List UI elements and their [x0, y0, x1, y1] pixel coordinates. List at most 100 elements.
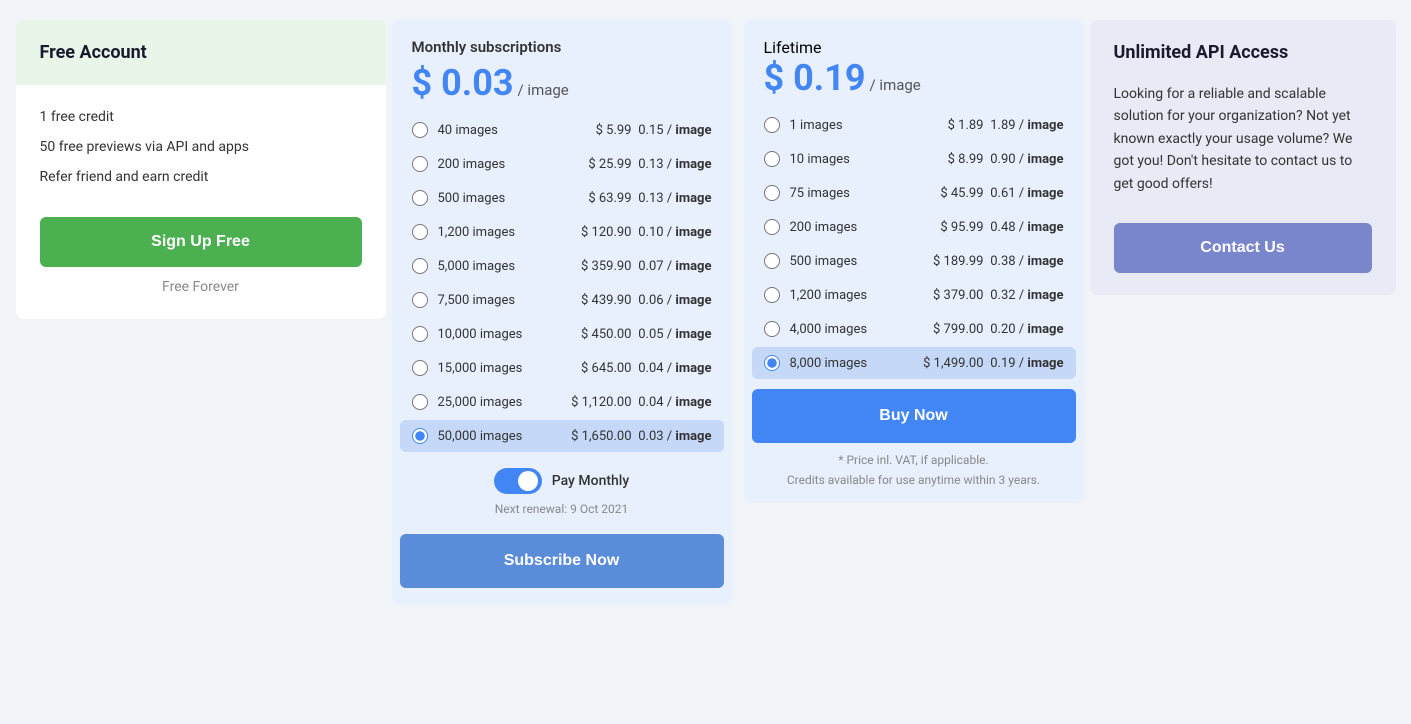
monthly-images-0: 40 images — [438, 123, 552, 138]
feature-2: 50 free previews via API and apps — [40, 139, 362, 155]
lifetime-price-6: $ 799.00 — [904, 322, 984, 337]
feature-3: Refer friend and earn credit — [40, 169, 362, 185]
unlimited-column: Unlimited API Access Looking for a relia… — [1090, 20, 1396, 295]
lifetime-price-0: $ 1.89 — [904, 118, 984, 133]
monthly-radio-2[interactable] — [412, 190, 428, 206]
lifetime-images-0: 1 images — [790, 118, 904, 133]
monthly-price-0: $ 5.99 — [552, 123, 632, 138]
monthly-toggle-row: Pay Monthly — [392, 454, 732, 498]
lifetime-radio-2[interactable] — [764, 185, 780, 201]
lifetime-row[interactable]: 10 images $ 8.99 0.90 / image — [752, 143, 1076, 175]
lifetime-header: Lifetime $ 0.19 / image — [744, 20, 1084, 109]
monthly-per-image-2: 0.13 / image — [632, 191, 712, 206]
monthly-radio-5[interactable] — [412, 292, 428, 308]
lifetime-radio-1[interactable] — [764, 151, 780, 167]
monthly-price-4: $ 359.90 — [552, 259, 632, 274]
toggle-slider — [494, 468, 542, 494]
lifetime-price-1: $ 8.99 — [904, 152, 984, 167]
monthly-radio-6[interactable] — [412, 326, 428, 342]
contact-button[interactable]: Contact Us — [1114, 223, 1372, 273]
renewal-text: Next renewal: 9 Oct 2021 — [392, 498, 732, 526]
credits-note: Credits available for use anytime within… — [744, 471, 1084, 487]
monthly-radio-7[interactable] — [412, 360, 428, 376]
lifetime-row[interactable]: 8,000 images $ 1,499.00 0.19 / image — [752, 347, 1076, 379]
monthly-radio-3[interactable] — [412, 224, 428, 240]
lifetime-radio-3[interactable] — [764, 219, 780, 235]
lifetime-row[interactable]: 1 images $ 1.89 1.89 / image — [752, 109, 1076, 141]
monthly-images-7: 15,000 images — [438, 361, 552, 376]
monthly-row[interactable]: 50,000 images $ 1,650.00 0.03 / image — [400, 420, 724, 452]
monthly-per-image-5: 0.06 / image — [632, 293, 712, 308]
monthly-column: Monthly subscriptions $ 0.03 / image 40 … — [392, 20, 732, 604]
monthly-price-1: $ 25.99 — [552, 157, 632, 172]
lifetime-row[interactable]: 4,000 images $ 799.00 0.20 / image — [752, 313, 1076, 345]
monthly-per-image-0: 0.15 / image — [632, 123, 712, 138]
subscribe-button[interactable]: Subscribe Now — [400, 534, 724, 588]
monthly-price-unit: / image — [518, 81, 569, 99]
monthly-per-image-6: 0.05 / image — [632, 327, 712, 342]
monthly-price-6: $ 450.00 — [552, 327, 632, 342]
monthly-row[interactable]: 5,000 images $ 359.90 0.07 / image — [400, 250, 724, 282]
lifetime-per-image-6: 0.20 / image — [984, 322, 1064, 337]
lifetime-row[interactable]: 75 images $ 45.99 0.61 / image — [752, 177, 1076, 209]
lifetime-radio-0[interactable] — [764, 117, 780, 133]
monthly-row[interactable]: 10,000 images $ 450.00 0.05 / image — [400, 318, 724, 350]
monthly-price-2: $ 63.99 — [552, 191, 632, 206]
signup-button[interactable]: Sign Up Free — [40, 217, 362, 267]
lifetime-images-4: 500 images — [790, 254, 904, 269]
monthly-radio-1[interactable] — [412, 156, 428, 172]
lifetime-radio-6[interactable] — [764, 321, 780, 337]
toggle-label: Pay Monthly — [552, 473, 630, 489]
lifetime-radio-5[interactable] — [764, 287, 780, 303]
pricing-container: Free Account 1 free credit 50 free previ… — [16, 20, 1396, 604]
monthly-images-2: 500 images — [438, 191, 552, 206]
free-column: Free Account 1 free credit 50 free previ… — [16, 20, 386, 319]
monthly-row[interactable]: 1,200 images $ 120.90 0.10 / image — [400, 216, 724, 248]
lifetime-price-4: $ 189.99 — [904, 254, 984, 269]
lifetime-price-7: $ 1,499.00 — [904, 356, 984, 371]
monthly-images-6: 10,000 images — [438, 327, 552, 342]
free-title: Free Account — [40, 42, 362, 63]
lifetime-images-3: 200 images — [790, 220, 904, 235]
pay-monthly-toggle[interactable] — [494, 468, 542, 494]
monthly-row[interactable]: 40 images $ 5.99 0.15 / image — [400, 114, 724, 146]
monthly-row[interactable]: 7,500 images $ 439.90 0.06 / image — [400, 284, 724, 316]
monthly-radio-4[interactable] — [412, 258, 428, 274]
monthly-radio-8[interactable] — [412, 394, 428, 410]
lifetime-row[interactable]: 200 images $ 95.99 0.48 / image — [752, 211, 1076, 243]
monthly-radio-0[interactable] — [412, 122, 428, 138]
lifetime-per-image-0: 1.89 / image — [984, 118, 1064, 133]
monthly-title: Monthly subscriptions — [412, 38, 712, 56]
monthly-price-3: $ 120.90 — [552, 225, 632, 240]
vat-note: * Price inl. VAT, if applicable. — [744, 443, 1084, 471]
lifetime-price-display: $ 0.19 / image — [764, 57, 1064, 99]
buy-now-button[interactable]: Buy Now — [752, 389, 1076, 443]
monthly-row[interactable]: 500 images $ 63.99 0.13 / image — [400, 182, 724, 214]
lifetime-row[interactable]: 1,200 images $ 379.00 0.32 / image — [752, 279, 1076, 311]
monthly-images-1: 200 images — [438, 157, 552, 172]
monthly-images-9: 50,000 images — [438, 429, 552, 444]
unlimited-title: Unlimited API Access — [1114, 42, 1372, 63]
monthly-price-9: $ 1,650.00 — [552, 429, 632, 444]
lifetime-radio-7[interactable] — [764, 355, 780, 371]
lifetime-images-5: 1,200 images — [790, 288, 904, 303]
lifetime-row[interactable]: 500 images $ 189.99 0.38 / image — [752, 245, 1076, 277]
monthly-per-image-9: 0.03 / image — [632, 429, 712, 444]
lifetime-per-image-4: 0.38 / image — [984, 254, 1064, 269]
lifetime-per-image-3: 0.48 / image — [984, 220, 1064, 235]
lifetime-price-5: $ 379.00 — [904, 288, 984, 303]
lifetime-radio-4[interactable] — [764, 253, 780, 269]
lifetime-images-2: 75 images — [790, 186, 904, 201]
monthly-row[interactable]: 15,000 images $ 645.00 0.04 / image — [400, 352, 724, 384]
lifetime-column: Lifetime $ 0.19 / image 1 images $ 1.89 … — [744, 20, 1084, 503]
monthly-per-image-3: 0.10 / image — [632, 225, 712, 240]
lifetime-price-3: $ 95.99 — [904, 220, 984, 235]
monthly-row[interactable]: 200 images $ 25.99 0.13 / image — [400, 148, 724, 180]
monthly-images-8: 25,000 images — [438, 395, 552, 410]
free-header: Free Account — [16, 20, 386, 85]
monthly-price: $ 0.03 — [412, 62, 514, 104]
monthly-images-5: 7,500 images — [438, 293, 552, 308]
lifetime-per-image-1: 0.90 / image — [984, 152, 1064, 167]
monthly-radio-9[interactable] — [412, 428, 428, 444]
monthly-row[interactable]: 25,000 images $ 1,120.00 0.04 / image — [400, 386, 724, 418]
